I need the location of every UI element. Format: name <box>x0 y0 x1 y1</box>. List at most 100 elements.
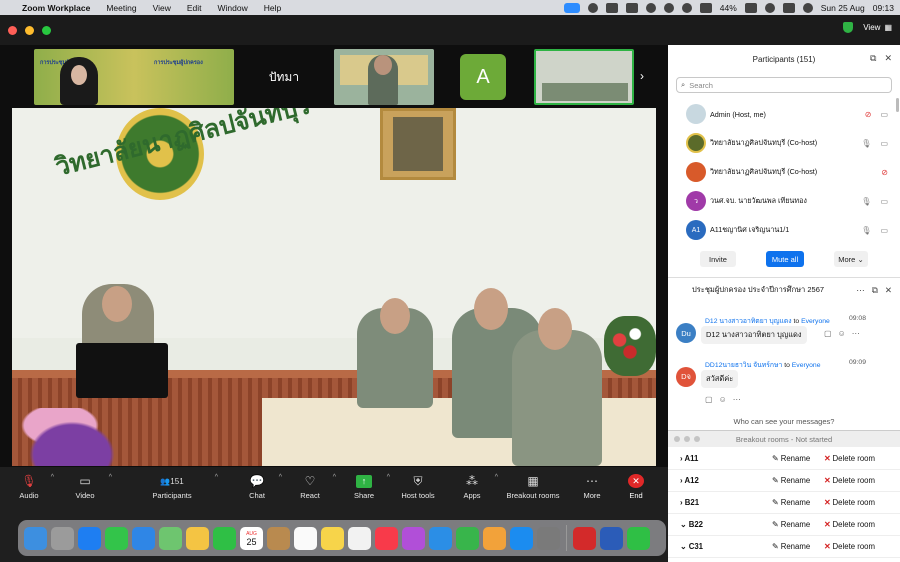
chat-button[interactable]: 💬 Chat ^ <box>232 467 282 507</box>
audio-button[interactable]: 🎙 Audio ^ <box>0 467 58 507</box>
delete-room-button[interactable]: ✕ Delete room <box>824 454 875 463</box>
breakout-rooms-button[interactable]: ▦ Breakout rooms <box>498 467 568 507</box>
participants-scrollbar[interactable] <box>896 98 899 112</box>
keyboard-icon[interactable] <box>699 2 712 13</box>
menubar-time[interactable]: 09:13 <box>873 3 894 13</box>
vpn-icon[interactable] <box>645 2 656 13</box>
delete-room-button[interactable]: ✕ Delete room <box>824 476 875 485</box>
camera-icon[interactable]: ▭ <box>880 139 888 148</box>
menu-window[interactable]: Window <box>218 3 248 13</box>
popout-icon[interactable]: ⧉ <box>870 53 876 64</box>
mute-all-button[interactable]: Mute all <box>766 251 804 267</box>
chevron-up-icon[interactable]: ^ <box>51 474 54 481</box>
close-window-icon[interactable] <box>674 436 680 442</box>
camera-icon[interactable]: ▭ <box>880 197 888 206</box>
menu-app[interactable]: Zoom Workplace <box>22 3 90 13</box>
pages-icon[interactable] <box>483 526 506 550</box>
menu-help[interactable]: Help <box>264 3 281 13</box>
openai-icon[interactable] <box>681 2 692 13</box>
line-app-icon[interactable] <box>627 526 650 550</box>
close-window-icon[interactable] <box>8 25 17 35</box>
mic-icon[interactable]: 🎙 <box>861 139 871 148</box>
acrobat-icon[interactable] <box>573 526 596 550</box>
minimize-window-icon[interactable] <box>684 436 690 442</box>
minimize-window-icon[interactable] <box>25 25 34 35</box>
safari-icon[interactable] <box>78 526 101 550</box>
rename-button[interactable]: ✎ Rename <box>772 454 810 463</box>
rename-button[interactable]: ✎ Rename <box>772 498 810 507</box>
breakout-room-row[interactable]: › A12 ✎ Rename ✕ Delete room <box>668 470 900 492</box>
video-button[interactable]: ▭ Video ^ <box>58 467 112 507</box>
podcasts-icon[interactable] <box>402 526 425 550</box>
message-target[interactable]: Everyone <box>801 318 830 325</box>
participant-row[interactable]: วิทยาลัยนาฏศิลปจันทบุรี (Co-host) 🎙 ▭ <box>668 129 900 157</box>
participant-row[interactable]: Admin (Host, me) ⊘ ▭ <box>668 100 900 128</box>
mic-icon[interactable]: 🎙 <box>861 226 871 235</box>
cloud-icon[interactable] <box>605 2 618 13</box>
chevron-right-icon[interactable]: › <box>640 69 644 83</box>
apps-button[interactable]: ⁂ Apps ^ <box>446 467 498 507</box>
react-button[interactable]: ♡ React ^ <box>282 467 338 507</box>
photos-icon[interactable] <box>186 526 209 550</box>
mic-icon[interactable]: 🎙 <box>861 197 871 206</box>
breakout-room-row[interactable]: › A11 ✎ Rename ✕ Delete room <box>668 448 900 470</box>
mic-muted-icon[interactable]: ⊘ <box>865 110 872 119</box>
contacts-icon[interactable] <box>267 526 290 550</box>
reminders-icon[interactable] <box>294 526 317 550</box>
invite-button[interactable]: Invite <box>700 251 736 267</box>
share-button[interactable]: ↑ Share ^ <box>338 467 390 507</box>
breakout-room-row[interactable]: › B21 ✎ Rename ✕ Delete room <box>668 492 900 514</box>
participant-tile-5-active[interactable] <box>534 49 634 105</box>
facetime-icon[interactable] <box>213 526 236 550</box>
message-sender[interactable]: D12 นางสาวอาทิตยา บุญแดง <box>705 318 792 325</box>
freeform-icon[interactable] <box>348 526 371 550</box>
breakout-room-row[interactable]: ⌄ C31 ✎ Rename ✕ Delete room <box>668 536 900 558</box>
more-dots-icon[interactable]: ⋯ <box>852 329 860 338</box>
view-button[interactable]: View ▦ <box>863 23 892 32</box>
participant-tile-1[interactable]: การประชุมผู้ปกครอง การประชุมผู้ปกครอง <box>34 49 234 105</box>
who-can-see-link[interactable]: Who can see your messages? <box>668 417 900 426</box>
launchpad-icon[interactable] <box>51 526 74 550</box>
finder-icon[interactable] <box>24 526 47 550</box>
participant-row[interactable]: วิทยาลัยนาฏศิลปจันทบุรี (Co-host) ⊘ <box>668 158 900 186</box>
participant-search-input[interactable]: ⌕ Search <box>676 77 892 93</box>
line-icon[interactable] <box>663 2 674 13</box>
message-target[interactable]: Everyone <box>792 362 821 369</box>
end-meeting-button[interactable]: ✕ End <box>616 467 656 507</box>
participants-button[interactable]: 👥 151 Participants ^ <box>112 467 232 507</box>
notes-icon[interactable] <box>321 526 344 550</box>
participant-tile-2[interactable]: ปัทมา <box>236 49 332 105</box>
delete-room-button[interactable]: ✕ Delete room <box>824 520 875 529</box>
menu-meeting[interactable]: Meeting <box>106 3 136 13</box>
messages-icon[interactable] <box>105 526 128 550</box>
music-icon[interactable] <box>375 526 398 550</box>
host-tools-button[interactable]: ⛨ Host tools <box>390 467 446 507</box>
reply-icon[interactable]: ▢ <box>705 395 713 404</box>
emoji-icon[interactable]: ☺ <box>719 395 727 404</box>
zoom-status-icon[interactable] <box>563 2 580 13</box>
chevron-up-icon[interactable]: ^ <box>333 474 336 481</box>
mic-muted-icon[interactable]: ⊘ <box>881 168 888 177</box>
word-icon[interactable] <box>600 526 623 550</box>
menubar-date[interactable]: Sun 25 Aug <box>821 3 865 13</box>
mail-icon[interactable] <box>132 526 155 550</box>
emoji-icon[interactable]: ☺ <box>838 329 846 338</box>
status-icon[interactable] <box>587 2 598 13</box>
rename-button[interactable]: ✎ Rename <box>772 520 810 529</box>
maps-icon[interactable] <box>159 526 182 550</box>
wifi-icon[interactable] <box>764 2 775 13</box>
numbers-icon[interactable] <box>456 526 479 550</box>
close-icon[interactable]: ✕ <box>885 285 892 296</box>
calendar-icon[interactable]: AUG 25 <box>240 526 263 550</box>
siri-icon[interactable] <box>802 2 813 13</box>
breakout-room-row[interactable]: ⌄ B22 ✎ Rename ✕ Delete room <box>668 514 900 536</box>
camera-icon[interactable]: ▭ <box>880 110 888 119</box>
more-dots-icon[interactable]: ⋯ <box>733 395 741 404</box>
app-store-icon[interactable] <box>510 526 533 550</box>
system-settings-icon[interactable] <box>537 526 560 550</box>
control-center-icon[interactable] <box>782 2 795 13</box>
battery-icon[interactable] <box>744 2 757 13</box>
chevron-up-icon[interactable]: ^ <box>215 474 218 481</box>
participant-tile-4[interactable]: A <box>438 49 528 105</box>
camera-icon[interactable]: ▭ <box>880 226 888 235</box>
